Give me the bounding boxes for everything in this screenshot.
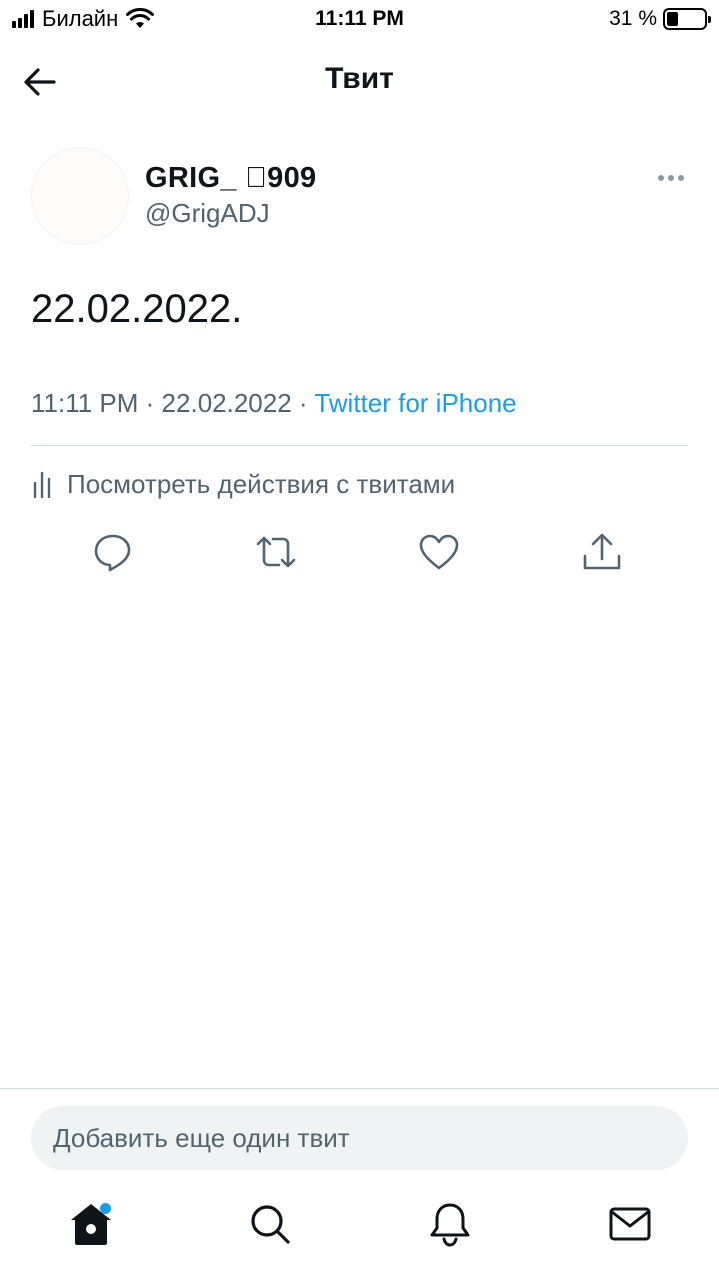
tab-bar (0, 1190, 719, 1270)
divider (31, 445, 688, 446)
status-bar: Билайн 11:11 PM 31 % (0, 0, 719, 40)
battery-level (667, 12, 678, 26)
retweet-icon[interactable] (254, 530, 298, 574)
share-icon[interactable] (580, 530, 624, 574)
search-icon[interactable] (246, 1200, 294, 1248)
tweet-date[interactable]: 22.02.2022 (162, 388, 292, 418)
avatar[interactable] (31, 147, 129, 245)
bell-icon[interactable] (426, 1200, 474, 1248)
divider (0, 1088, 719, 1089)
reply-placeholder: Добавить еще один твит (53, 1122, 350, 1153)
tweet-action-bar (0, 530, 719, 576)
new-items-indicator (100, 1203, 111, 1214)
author-handle[interactable]: @GrigADJ (145, 198, 270, 229)
tweet-source-link[interactable]: Twitter for iPhone (314, 388, 516, 418)
meta-separator: · (291, 388, 315, 418)
heart-icon[interactable] (417, 530, 461, 574)
status-right: 31 % (609, 6, 711, 32)
envelope-icon[interactable] (606, 1200, 654, 1248)
header: Твит (0, 40, 719, 122)
page-title: Твит (325, 62, 394, 95)
tweet-meta: 11:11 PM · 22.02.2022 · Twitter for iPho… (31, 388, 517, 419)
speech-bubble-icon[interactable] (91, 530, 135, 574)
tweet-activity-link[interactable]: Посмотреть действия с твитами (31, 466, 455, 502)
tweet-time[interactable]: 11:11 PM (31, 388, 138, 418)
tweet-text: 22.02.2022. (31, 287, 243, 331)
battery-percent: 31 % (609, 7, 657, 30)
more-horizontal-icon[interactable] (652, 166, 690, 190)
activity-label: Посмотреть действия с твитами (67, 468, 456, 499)
reply-input[interactable]: Добавить еще один твит (31, 1106, 688, 1170)
meta-separator: · (138, 388, 162, 418)
battery-icon (663, 8, 711, 30)
bar-chart-icon (33, 471, 51, 499)
author-display-name[interactable]: GRIG_ 909 (145, 162, 316, 195)
